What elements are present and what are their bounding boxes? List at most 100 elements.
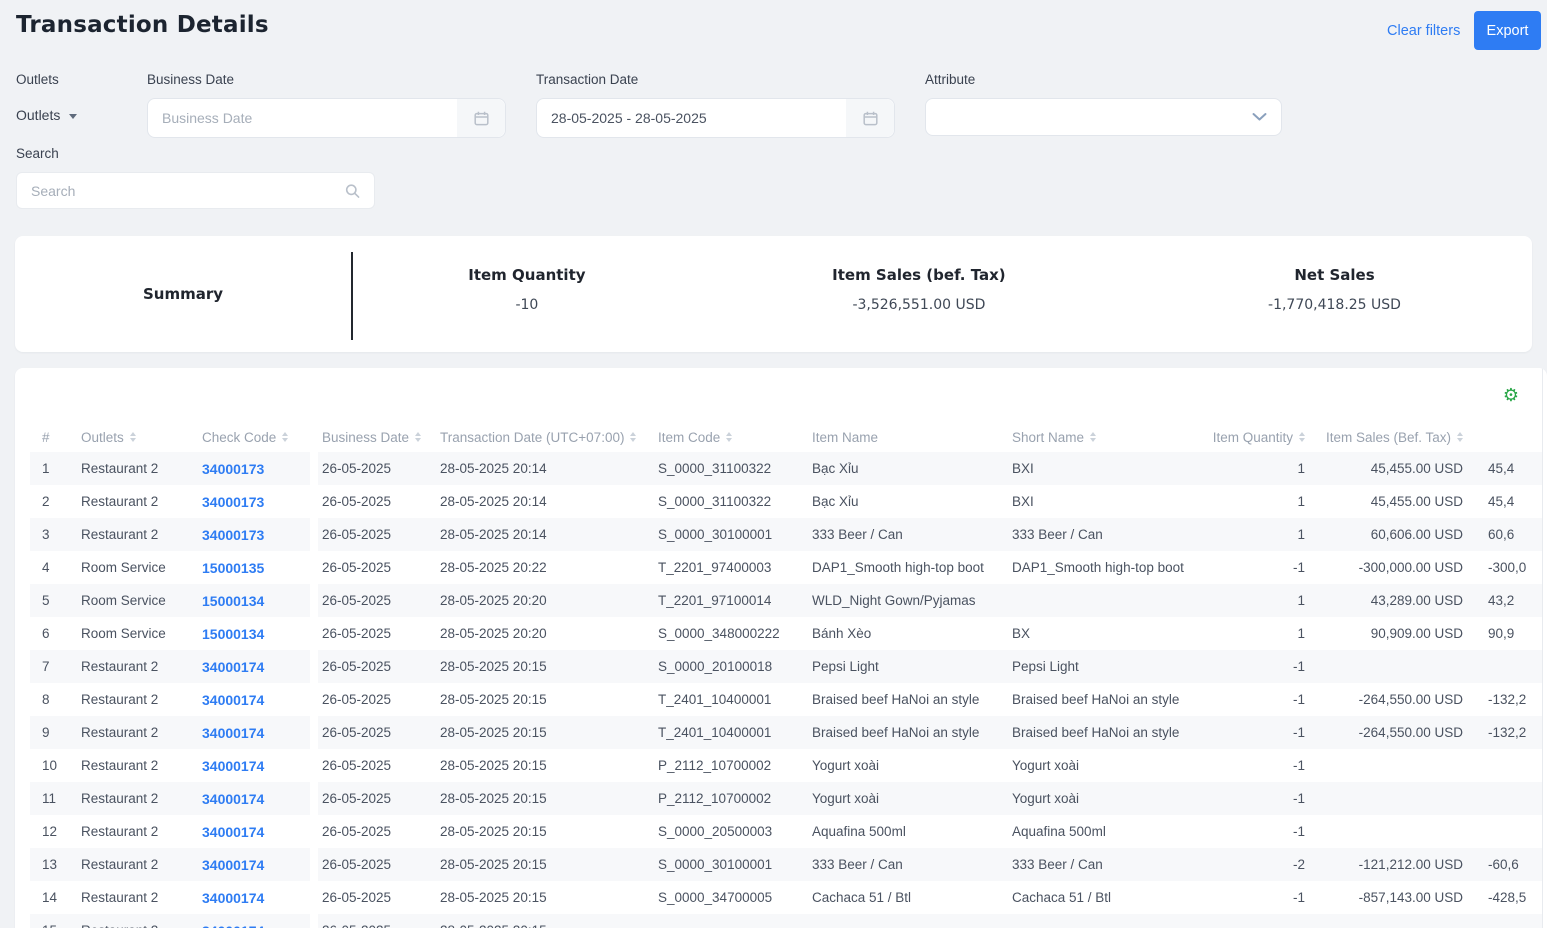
- cell-outlet: Room Service: [81, 560, 166, 575]
- check-code-link[interactable]: 34000173: [195, 518, 318, 551]
- cell-bdate: 26-05-2025: [322, 692, 392, 707]
- cell-net: 43,2: [1464, 584, 1542, 617]
- cell-net: -428,5: [1488, 890, 1527, 905]
- business-date-label: Business Date: [147, 72, 235, 87]
- check-code-link[interactable]: 34000174: [195, 716, 318, 749]
- check-code-link[interactable]: 34000173: [195, 485, 318, 518]
- column-header-num: #: [30, 430, 68, 445]
- cell-tdate: 28-05-2025 20:15: [428, 650, 646, 683]
- cell-sales: [1306, 815, 1464, 848]
- check-code-link[interactable]: 15000134: [195, 584, 318, 617]
- cell-num: 9: [30, 716, 68, 749]
- attribute-select[interactable]: [925, 98, 1282, 136]
- cell-code: T_2201_97400003: [658, 560, 772, 575]
- cell-net: [1464, 749, 1542, 782]
- cell-code: P_2112_10700002: [646, 782, 801, 815]
- cell-outlet: Restaurant 2: [68, 650, 195, 683]
- table-row: 7 Restaurant 2 34000174 26-05-2025 28-05-202…: [30, 650, 1542, 683]
- business-date-suffix: [457, 99, 505, 137]
- transaction-date-field[interactable]: [536, 98, 895, 138]
- cell-outlet: Restaurant 2: [81, 494, 159, 509]
- cell-code: P_2112_10700002: [658, 758, 772, 773]
- sort-icon[interactable]: [1457, 432, 1463, 442]
- gear-icon[interactable]: ⚙: [1503, 387, 1519, 405]
- column-header-code[interactable]: Item Code: [646, 430, 801, 445]
- check-code-link[interactable]: 34000174: [195, 782, 318, 815]
- cell-tdate: 28-05-2025 20:14: [440, 494, 547, 509]
- cell-outlet: Restaurant 2: [68, 914, 195, 928]
- sort-icon[interactable]: [282, 432, 289, 442]
- cell-sales: [1306, 650, 1464, 683]
- sort-icon[interactable]: [415, 432, 422, 442]
- column-header-tdate[interactable]: Transaction Date (UTC+07:00): [428, 430, 646, 445]
- cell-short: 333 Beer / Can: [1001, 848, 1194, 881]
- cell-num: 15: [30, 914, 68, 928]
- cell-code: T_2401_10400001: [646, 716, 801, 749]
- metric-value: -1,770,418.25 USD: [1268, 297, 1401, 313]
- check-code-link[interactable]: 34000174: [195, 881, 318, 914]
- sort-icon[interactable]: [1090, 432, 1097, 442]
- cell-bdate: 26-05-2025: [322, 824, 392, 839]
- outlets-dropdown[interactable]: Outlets: [16, 107, 78, 123]
- check-code-link[interactable]: 34000174: [195, 848, 318, 881]
- cell-num: 8: [42, 692, 50, 707]
- cell-sales: [1306, 749, 1464, 782]
- metric-net-sales: Net Sales -1,770,418.25 USD: [1137, 236, 1532, 352]
- table-row: 5 Room Service 15000134 26-05-2025 28-05-202…: [30, 584, 1542, 617]
- cell-qty: -1: [1194, 782, 1306, 815]
- cell-qty: 1: [1194, 452, 1306, 485]
- outlets-dropdown-value: Outlets: [16, 107, 61, 123]
- metric-label: Net Sales: [1294, 266, 1375, 284]
- transaction-date-input[interactable]: [537, 99, 894, 137]
- sort-icon[interactable]: [1299, 432, 1305, 442]
- check-code-link[interactable]: 15000134: [195, 617, 318, 650]
- clear-filters-link[interactable]: Clear filters: [1387, 23, 1460, 39]
- cell-net: -300,0: [1488, 560, 1527, 575]
- business-date-field[interactable]: [147, 98, 506, 138]
- cell-sales: -121,212.00 USD: [1306, 848, 1464, 881]
- cell-num: 10: [42, 758, 58, 773]
- column-header-label: Short Name: [1012, 429, 1085, 445]
- cell-code: T_2401_10400001: [658, 692, 772, 707]
- sort-icon[interactable]: [630, 432, 637, 442]
- search-field[interactable]: [16, 172, 375, 209]
- column-header-short[interactable]: Short Name: [1001, 430, 1194, 445]
- cell-net: [1464, 815, 1542, 848]
- check-code-link[interactable]: 34000174: [195, 914, 318, 928]
- cell-tdate: 28-05-2025 20:20: [440, 626, 547, 641]
- business-date-input[interactable]: [148, 99, 505, 137]
- sort-icon[interactable]: [726, 432, 733, 442]
- sort-icon[interactable]: [129, 432, 136, 442]
- cell-sales: 45,455.00 USD: [1370, 494, 1463, 509]
- cell-qty: -1: [1292, 890, 1305, 905]
- cell-short: 333 Beer / Can: [1001, 518, 1194, 551]
- cell-name: Braised beef HaNoi an style: [812, 692, 980, 707]
- check-code-link[interactable]: 34000173: [195, 452, 318, 485]
- chevron-down-icon: [1252, 113, 1267, 121]
- metric-value: -10: [515, 297, 539, 313]
- table-row: 10 Restaurant 2 34000174 26-05-2025 28-05-20…: [30, 749, 1542, 782]
- column-header-qty[interactable]: Item Quantity: [1194, 430, 1306, 445]
- column-header-label: Item Name: [812, 429, 879, 445]
- search-input[interactable]: [17, 173, 374, 208]
- check-code-link[interactable]: 34000174: [195, 749, 318, 782]
- cell-name: WLD_Night Gown/Pyjamas: [801, 584, 1001, 617]
- cell-outlet: Restaurant 2: [81, 890, 159, 905]
- column-header-label: #: [42, 429, 50, 445]
- check-code-link[interactable]: 34000174: [195, 650, 318, 683]
- check-code-link[interactable]: 34000174: [195, 683, 318, 716]
- cell-sales: [1306, 782, 1464, 815]
- cell-bdate: 26-05-2025: [322, 494, 392, 509]
- cell-tdate: 28-05-2025 20:14: [428, 452, 646, 485]
- cell-short: Aquafina 500ml: [1012, 824, 1106, 839]
- column-header-outlet[interactable]: Outlets: [68, 430, 195, 445]
- cell-name: Bánh Xèo: [812, 626, 872, 641]
- cell-num: 13: [30, 848, 68, 881]
- column-header-bdate[interactable]: Business Date: [318, 430, 428, 445]
- column-header-label: Transaction Date (UTC+07:00): [440, 429, 625, 445]
- column-header-check[interactable]: Check Code: [195, 429, 318, 445]
- column-header-sales[interactable]: Item Sales (Bef. Tax): [1306, 430, 1464, 445]
- check-code-link[interactable]: 34000174: [195, 815, 318, 848]
- check-code-link[interactable]: 15000135: [195, 551, 318, 584]
- export-button[interactable]: Export: [1474, 11, 1541, 50]
